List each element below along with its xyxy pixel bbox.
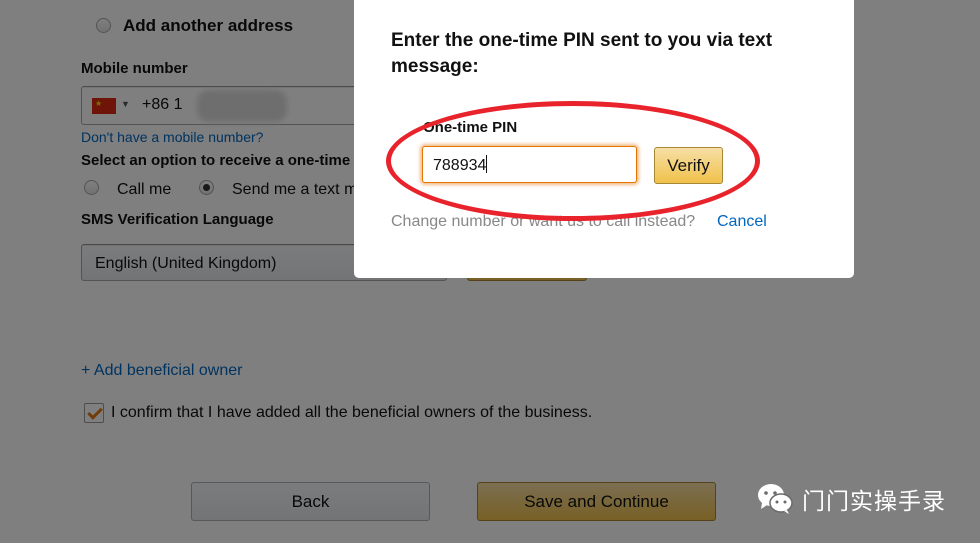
watermark-text: 门门实操手录 (802, 489, 946, 515)
wechat-icon (758, 484, 793, 514)
highlight-ellipse (386, 101, 760, 221)
watermark: 门门实操手录 (756, 482, 946, 516)
cancel-link[interactable]: Cancel (717, 213, 767, 231)
dialog-title: Enter the one-time PIN sent to you via t… (391, 30, 773, 77)
